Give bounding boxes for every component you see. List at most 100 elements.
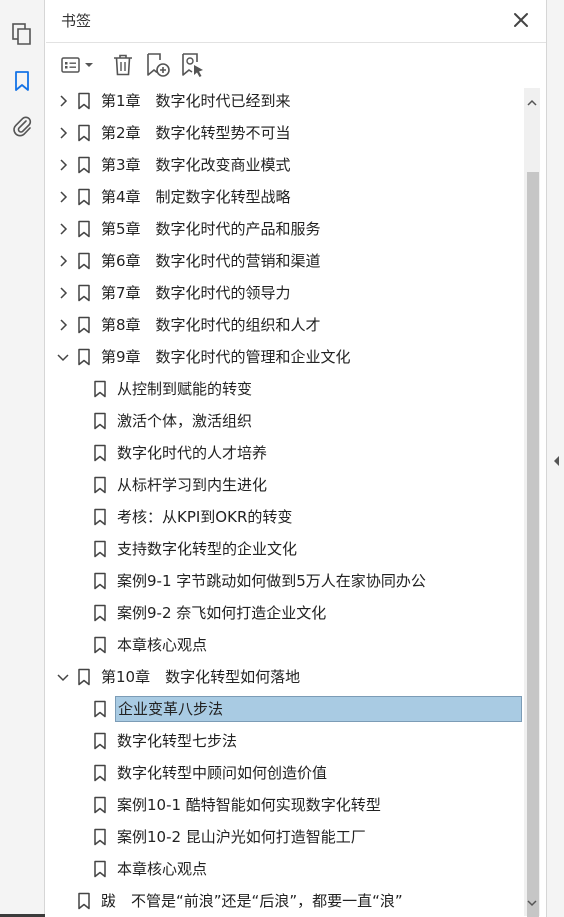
scroll-up-icon[interactable]	[526, 94, 538, 106]
bookmark-item-chapter[interactable]: 第3章 数字化改变商业模式	[46, 151, 524, 179]
bookmark-label: 从控制到赋能的转变	[117, 380, 253, 398]
chevron-right-icon[interactable]	[56, 254, 70, 268]
bookmark-item-icon	[93, 604, 107, 622]
bookmark-item[interactable]: 数字化转型七步法	[46, 727, 524, 755]
bookmark-label: 从标杆学习到内生进化	[117, 476, 268, 494]
tree-scrollbar[interactable]	[524, 88, 540, 917]
bookmark-item[interactable]: 案例10-2 昆山沪光如何打造智能工厂	[46, 823, 524, 851]
bookmark-label: 本章核心观点	[117, 636, 208, 654]
panel-splitter[interactable]	[546, 0, 564, 917]
bookmark-item-chapter[interactable]: 第8章 数字化时代的组织和人才	[46, 311, 524, 339]
scroll-thumb[interactable]	[527, 172, 539, 917]
bookmark-item-chapter[interactable]: 跋 不管是“前浪”还是“后浪”，都要一直“浪”	[46, 887, 524, 915]
bookmark-item-icon	[93, 412, 107, 430]
bookmark-item[interactable]: 考核：从KPI到OKR的转变	[46, 503, 524, 531]
bookmark-label: 案例9-2 奈飞如何打造企业文化	[117, 604, 327, 622]
bookmark-item-chapter[interactable]: 第2章 数字化转型势不可当	[46, 119, 524, 147]
chevron-right-icon[interactable]	[56, 94, 70, 108]
bookmark-item-chapter[interactable]: 第1章 数字化时代已经到来	[46, 87, 524, 115]
bookmark-label: 第4章 制定数字化转型战略	[101, 188, 291, 206]
bookmark-label: 第1章 数字化时代已经到来	[101, 92, 291, 110]
bookmark-label: 跋 不管是“前浪”还是“后浪”，都要一直“浪”	[101, 892, 403, 910]
bookmark-item-icon	[93, 732, 107, 750]
bookmark-item-icon	[77, 668, 91, 686]
bookmark-label: 案例9-1 字节跳动如何做到5万人在家协同办公	[117, 572, 426, 590]
bookmark-label: 第2章 数字化转型势不可当	[101, 124, 291, 142]
chevron-down-icon[interactable]	[56, 670, 70, 684]
chevron-right-icon[interactable]	[56, 222, 70, 236]
bookmark-item[interactable]: 从标杆学习到内生进化	[46, 471, 524, 499]
bookmark-label: 第8章 数字化时代的组织和人才	[101, 316, 321, 334]
bookmark-item-chapter[interactable]: 第10章 数字化转型如何落地	[46, 663, 524, 691]
bookmark-item-chapter[interactable]: 第9章 数字化时代的管理和企业文化	[46, 343, 524, 371]
bookmark-item-icon	[93, 540, 107, 558]
bookmark-label: 数字化转型中顾问如何创造价值	[117, 764, 328, 782]
bookmark-item-icon	[93, 508, 107, 526]
bookmark-item[interactable]: 案例10-1 酷特智能如何实现数字化转型	[46, 791, 524, 819]
bookmark-item[interactable]: 从控制到赋能的转变	[46, 375, 524, 403]
bookmark-label: 第10章 数字化转型如何落地	[101, 668, 301, 686]
bookmark-item-icon	[77, 316, 91, 334]
bookmark-label: 考核：从KPI到OKR的转变	[117, 508, 293, 526]
pages-icon[interactable]	[8, 20, 36, 48]
chevron-right-icon[interactable]	[56, 318, 70, 332]
new-bookmark-icon[interactable]	[144, 51, 172, 79]
bookmark-item-icon	[77, 188, 91, 206]
bookmark-label: 第6章 数字化时代的营销和渠道	[101, 252, 321, 270]
bookmark-label: 激活个体，激活组织	[117, 412, 253, 430]
chevron-down-icon[interactable]	[56, 350, 70, 364]
bookmark-toolbar	[46, 42, 546, 86]
options-menu-icon[interactable]	[60, 51, 96, 79]
bookmark-item-icon	[93, 444, 107, 462]
bookmark-item-icon	[93, 764, 107, 782]
attachment-icon[interactable]	[8, 112, 36, 140]
bookmark-item-icon	[77, 220, 91, 238]
bookmark-item[interactable]: 激活个体，激活组织	[46, 407, 524, 435]
find-bookmark-icon[interactable]	[179, 51, 207, 79]
collapse-panel-icon[interactable]	[553, 452, 560, 471]
chevron-right-icon[interactable]	[56, 126, 70, 140]
scroll-down-icon[interactable]	[526, 894, 538, 907]
bookmark-item-icon	[77, 124, 91, 142]
bookmark-item-icon	[93, 572, 107, 590]
chevron-right-icon[interactable]	[56, 158, 70, 172]
chevron-right-icon[interactable]	[56, 190, 70, 204]
bookmark-item-chapter[interactable]: 第4章 制定数字化转型战略	[46, 183, 524, 211]
bookmark-item[interactable]: 案例9-2 奈飞如何打造企业文化	[46, 599, 524, 627]
bookmark-label: 第3章 数字化改变商业模式	[101, 156, 291, 174]
bookmark-item-icon	[77, 252, 91, 270]
bookmark-item[interactable]: 企业变革八步法	[46, 695, 524, 723]
bookmark-item-icon	[77, 284, 91, 302]
bookmark-item[interactable]: 数字化时代的人才培养	[46, 439, 524, 467]
bookmarks-panel: 书签 第1章 数字化时代已经到来 第2章 数字化转型势不可当 第3章 数字化改变商业…	[46, 0, 546, 917]
bookmark-item-chapter[interactable]: 第6章 数字化时代的营销和渠道	[46, 247, 524, 275]
bookmark-label: 企业变革八步法	[118, 700, 224, 718]
bookmark-item[interactable]: 数字化转型中顾问如何创造价值	[46, 759, 524, 787]
bookmark-tree: 第1章 数字化时代已经到来 第2章 数字化转型势不可当 第3章 数字化改变商业模式第…	[46, 86, 524, 917]
bookmark-item-icon	[93, 828, 107, 846]
chevron-right-icon[interactable]	[56, 286, 70, 300]
navigation-rail	[0, 0, 45, 917]
bookmark-item-icon	[93, 700, 107, 718]
panel-title: 书签	[61, 12, 92, 30]
bookmark-label: 第7章 数字化时代的领导力	[101, 284, 291, 302]
bookmark-item-icon	[77, 892, 91, 910]
bookmark-label: 第9章 数字化时代的管理和企业文化	[101, 348, 351, 366]
bookmark-item-icon	[77, 156, 91, 174]
bookmark-label: 案例10-1 酷特智能如何实现数字化转型	[117, 796, 381, 814]
bookmark-item-chapter[interactable]: 第5章 数字化时代的产品和服务	[46, 215, 524, 243]
close-icon[interactable]	[512, 11, 530, 29]
bookmark-item-chapter[interactable]: 第7章 数字化时代的领导力	[46, 279, 524, 307]
bookmark-icon[interactable]	[8, 67, 36, 95]
bookmark-item-icon	[93, 476, 107, 494]
delete-icon[interactable]	[110, 51, 136, 79]
bookmark-item[interactable]: 本章核心观点	[46, 631, 524, 659]
bookmark-item-icon	[93, 380, 107, 398]
bookmark-item[interactable]: 支持数字化转型的企业文化	[46, 535, 524, 563]
bookmark-label: 数字化转型七步法	[117, 732, 238, 750]
bookmark-item-icon	[93, 860, 107, 878]
panel-header: 书签	[46, 0, 546, 42]
bookmark-item[interactable]: 本章核心观点	[46, 855, 524, 883]
bookmark-item[interactable]: 案例9-1 字节跳动如何做到5万人在家协同办公	[46, 567, 524, 595]
bookmark-item-icon	[77, 348, 91, 366]
